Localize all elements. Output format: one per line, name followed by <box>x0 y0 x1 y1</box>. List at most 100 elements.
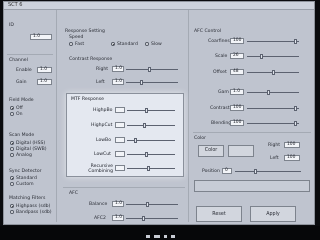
color-left-label: Left <box>270 156 279 161</box>
speed-standard-radio[interactable] <box>111 42 115 46</box>
contrast-right-thumb[interactable] <box>148 67 151 72</box>
scale-track[interactable] <box>247 56 299 57</box>
afc-balance-field[interactable]: 1.0 <box>112 201 124 207</box>
color-secondary-button[interactable] <box>228 145 254 157</box>
position-track[interactable] <box>235 171 301 172</box>
gam-label: Gam <box>218 90 229 95</box>
mtf-lowcut-track[interactable] <box>127 154 175 155</box>
scan-mode-swb-label: Digital (SWB) <box>16 147 47 152</box>
separator <box>7 54 53 55</box>
gam-thumb[interactable] <box>267 90 270 95</box>
position-field[interactable]: 0 <box>222 168 232 174</box>
sync-custom-radio[interactable] <box>10 182 14 186</box>
blending-track[interactable] <box>247 123 299 124</box>
mtf-highpbo-track[interactable] <box>127 110 175 111</box>
coarfines-label: Coarfines <box>208 39 230 44</box>
mtf-recursive-track[interactable] <box>127 168 175 169</box>
mtf-highpbo-field[interactable] <box>115 107 125 113</box>
coarfines-track[interactable] <box>247 41 299 42</box>
coarfines-field[interactable]: 100 <box>230 38 244 44</box>
contrast-track[interactable] <box>247 108 299 109</box>
scan-mode-analog-label: Analog <box>16 153 32 158</box>
taskbar-icon[interactable] <box>146 235 150 238</box>
speed-slow-radio[interactable] <box>145 42 149 46</box>
mtf-recursive-thumb[interactable] <box>147 166 151 171</box>
taskbar-icon[interactable] <box>171 235 175 238</box>
response-setting-heading: Response Setting <box>65 29 105 34</box>
mtf-highpcut-thumb[interactable] <box>142 123 146 128</box>
coarfines-thumb[interactable] <box>294 39 297 44</box>
status-strip <box>194 180 310 192</box>
afc-afc2-thumb[interactable] <box>142 216 145 221</box>
scan-mode-heading: Scan Mode <box>9 133 35 138</box>
matching-filters-heading: Matching Filters <box>9 196 46 201</box>
channel-heading: Channel <box>9 58 28 63</box>
mtf-lowcut-thumb[interactable] <box>145 152 148 157</box>
channel-gain-field[interactable]: 1.0 <box>37 79 52 85</box>
scan-mode-analog-radio[interactable] <box>10 153 14 157</box>
offset-field[interactable]: 48 <box>230 69 244 75</box>
title-bar: SCT 6 <box>4 2 314 10</box>
scan-mode-hss-radio[interactable] <box>10 141 14 145</box>
color-button[interactable]: Color <box>198 145 224 157</box>
mtf-lowbo-thumb[interactable] <box>133 138 137 143</box>
separator <box>63 187 185 188</box>
channel-enable-field[interactable]: 1.0 <box>37 67 52 73</box>
filter-highpass-label: Highpass (sdb) <box>16 204 51 209</box>
contrast-right-field[interactable]: 1.0 <box>112 66 124 72</box>
color-right-field[interactable]: 100 <box>284 142 300 148</box>
offset-thumb[interactable] <box>272 70 275 75</box>
monitor-screen: SCT 6 ID 1.0 Channel Enable 1.0 Gain 1.0… <box>3 1 315 225</box>
mtf-lowbo-field[interactable] <box>115 137 125 143</box>
right-column: AFC Control Coarfines 100 Scale 26 Offse… <box>190 10 314 222</box>
color-left-field[interactable]: 100 <box>284 155 300 161</box>
gam-field[interactable]: 1.0 <box>230 89 244 95</box>
afc-afc2-track[interactable] <box>126 218 178 219</box>
color-right-label: Right <box>268 143 281 148</box>
field-mode-off-radio[interactable] <box>10 106 14 110</box>
contrast-left-field[interactable]: 1.0 <box>112 79 124 85</box>
speed-fast-radio[interactable] <box>69 42 73 46</box>
id-field[interactable]: 1.0 <box>30 34 52 40</box>
mtf-recursive-field[interactable] <box>115 165 125 171</box>
reset-button[interactable]: Reset <box>196 206 242 222</box>
taskbar-icon[interactable] <box>164 235 167 238</box>
contrast-left-track[interactable] <box>126 82 178 83</box>
taskbar-icon[interactable] <box>154 235 160 238</box>
blending-thumb[interactable] <box>294 121 297 126</box>
position-thumb[interactable] <box>254 169 257 174</box>
afc-balance-track[interactable] <box>126 204 178 205</box>
window-title: SCT 6 <box>8 2 23 8</box>
contrast-thumb[interactable] <box>294 106 297 111</box>
mtf-highpbo-thumb[interactable] <box>145 108 148 113</box>
field-mode-off-label: Off <box>16 106 23 111</box>
scale-field[interactable]: 26 <box>230 53 244 59</box>
afc-heading: AFC <box>69 191 78 196</box>
gam-track[interactable] <box>247 92 299 93</box>
field-mode-on-radio[interactable] <box>10 112 14 116</box>
mtf-highpcut-label: HighpCut <box>91 123 113 128</box>
field-mode-heading: Field Mode <box>9 98 34 103</box>
afc-balance-label: Balance <box>89 202 108 207</box>
filter-bandpass-radio[interactable] <box>10 210 14 214</box>
contrast-right-track[interactable] <box>126 69 178 70</box>
contrast-response-heading: Contrast Response <box>69 57 113 62</box>
contrast-left-thumb[interactable] <box>140 80 143 85</box>
filter-highpass-radio[interactable] <box>10 204 14 208</box>
mtf-highpcut-track[interactable] <box>127 125 175 126</box>
color-heading: Color <box>194 136 206 141</box>
contrast-field[interactable]: 100 <box>230 105 244 111</box>
afc-balance-thumb[interactable] <box>146 202 149 207</box>
blending-field[interactable]: 100 <box>230 120 244 126</box>
sync-standard-radio[interactable] <box>10 176 14 180</box>
response-speed-label: Speed <box>69 35 84 40</box>
speed-standard-label: Standard <box>117 42 138 47</box>
filter-bandpass-label: Bandpass (sdb) <box>16 210 52 215</box>
apply-button[interactable]: Apply <box>250 206 296 222</box>
contrast-left-label: Left <box>96 80 105 85</box>
scan-mode-swb-radio[interactable] <box>10 147 14 151</box>
mtf-highpcut-field[interactable] <box>115 122 125 128</box>
mtf-lowcut-field[interactable] <box>115 151 125 157</box>
scale-thumb[interactable] <box>260 54 263 59</box>
afc-afc2-field[interactable]: 1.0 <box>112 215 124 221</box>
